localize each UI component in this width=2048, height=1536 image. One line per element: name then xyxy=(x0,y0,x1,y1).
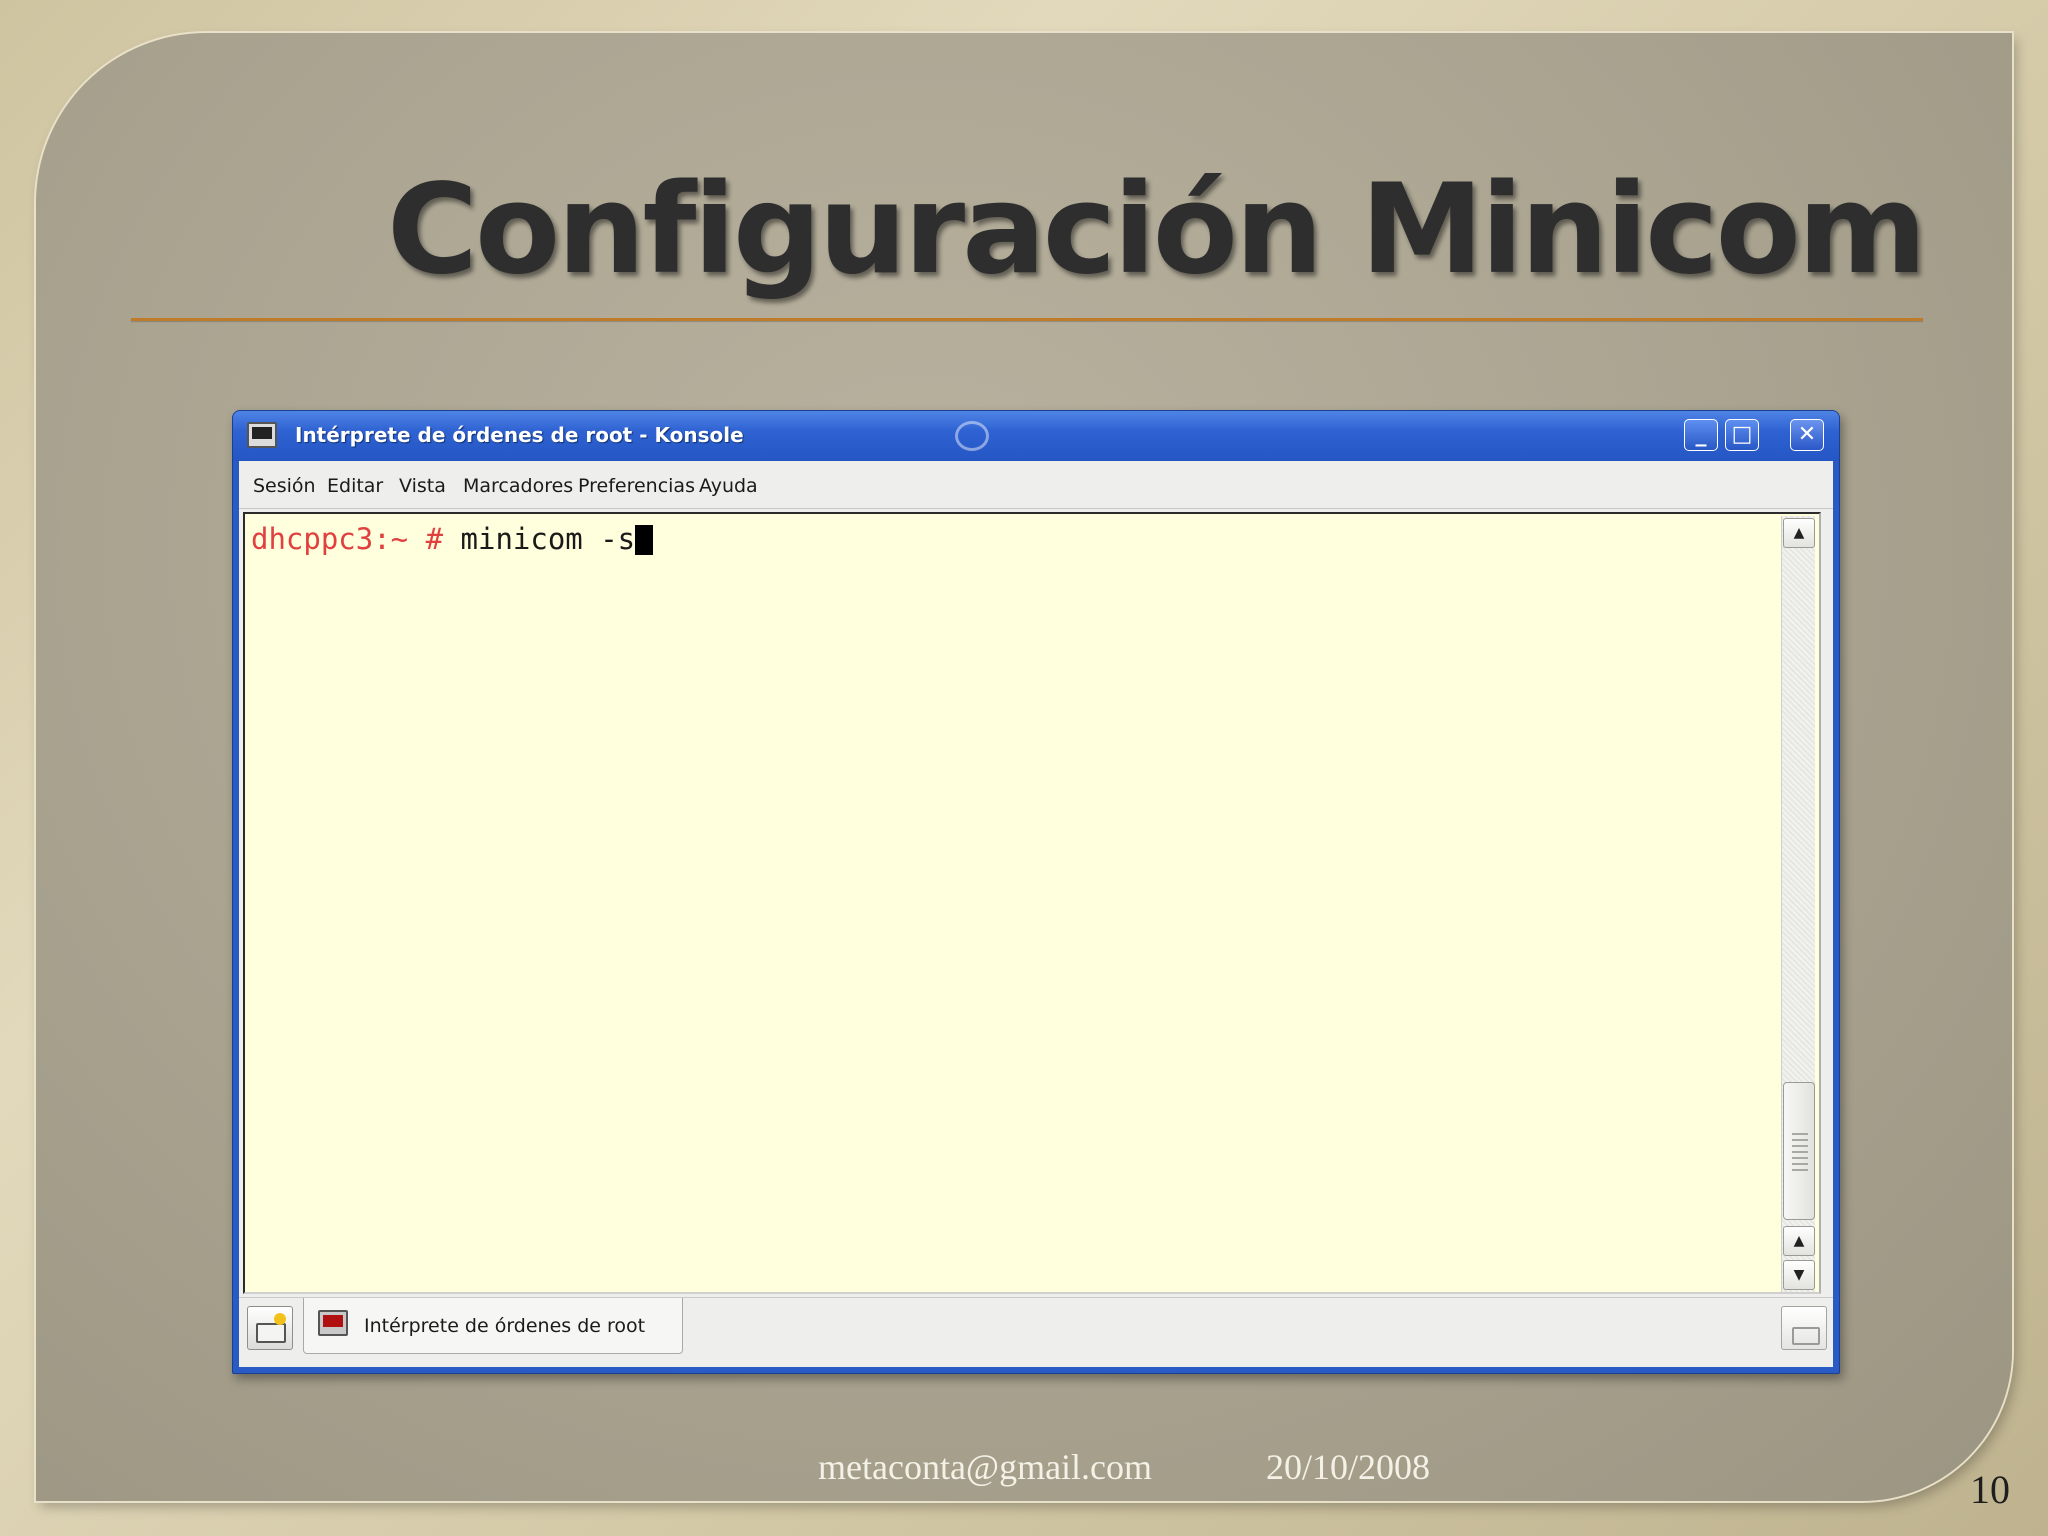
scroll-up-top-button[interactable]: ▲ xyxy=(1783,518,1815,548)
terminal-cursor xyxy=(635,525,654,555)
terminal-area: dhcppc3:~ # minicom -s ▲ ▲ ▼ xyxy=(239,509,1833,1297)
title-rule xyxy=(131,318,1923,321)
window-title: Intérprete de órdenes de root - Konsole xyxy=(295,423,744,447)
footer-date: 20/10/2008 xyxy=(1266,1447,1431,1487)
maximize-button[interactable]: □ xyxy=(1725,419,1759,451)
scrollbar-thumb[interactable] xyxy=(1783,1082,1815,1220)
footer-email: metaconta@gmail.com xyxy=(818,1447,1153,1487)
konsole-window: Intérprete de órdenes de root - Konsole … xyxy=(232,410,1840,1374)
window-titlebar[interactable]: Intérprete de órdenes de root - Konsole … xyxy=(233,411,1839,461)
page-number: 10 xyxy=(1970,1467,2010,1512)
session-tab-label: Intérprete de órdenes de root xyxy=(364,1315,646,1337)
swirl-icon xyxy=(955,421,989,451)
scroll-down-button[interactable]: ▼ xyxy=(1783,1260,1815,1290)
close-button[interactable]: ✕ xyxy=(1790,419,1824,451)
konsole-icon[interactable] xyxy=(247,422,277,448)
menubar: Sesión Editar Vista Marcadores Preferenc… xyxy=(239,461,1833,509)
terminal-command: minicom -s xyxy=(443,522,636,556)
scrollbar[interactable]: ▲ ▲ ▼ xyxy=(1781,516,1815,1292)
menu-sesion[interactable]: Sesión xyxy=(253,475,316,497)
grip-icon xyxy=(1792,1131,1808,1171)
close-session-button[interactable] xyxy=(1781,1306,1827,1350)
session-tabbar: Intérprete de órdenes de root xyxy=(239,1297,1833,1367)
terminal[interactable]: dhcppc3:~ # minicom -s ▲ ▲ ▼ xyxy=(243,512,1821,1294)
session-tab[interactable]: Intérprete de órdenes de root xyxy=(303,1298,683,1354)
menu-marcadores[interactable]: Marcadores xyxy=(463,475,573,497)
menu-editar[interactable]: Editar xyxy=(327,475,383,497)
minimize-button[interactable]: _ xyxy=(1684,419,1718,451)
slide-title: Configuración Minicom xyxy=(386,158,1927,302)
terminal-tab-icon xyxy=(318,1310,348,1336)
menu-ayuda[interactable]: Ayuda xyxy=(699,475,758,497)
new-session-button[interactable] xyxy=(247,1306,293,1350)
scroll-up-button[interactable]: ▲ xyxy=(1783,1226,1815,1256)
terminal-prompt: dhcppc3:~ # xyxy=(251,522,444,556)
terminal-line: dhcppc3:~ # minicom -s xyxy=(251,522,654,556)
menu-vista[interactable]: Vista xyxy=(399,475,446,497)
menu-preferencias[interactable]: Preferencias xyxy=(578,475,695,497)
